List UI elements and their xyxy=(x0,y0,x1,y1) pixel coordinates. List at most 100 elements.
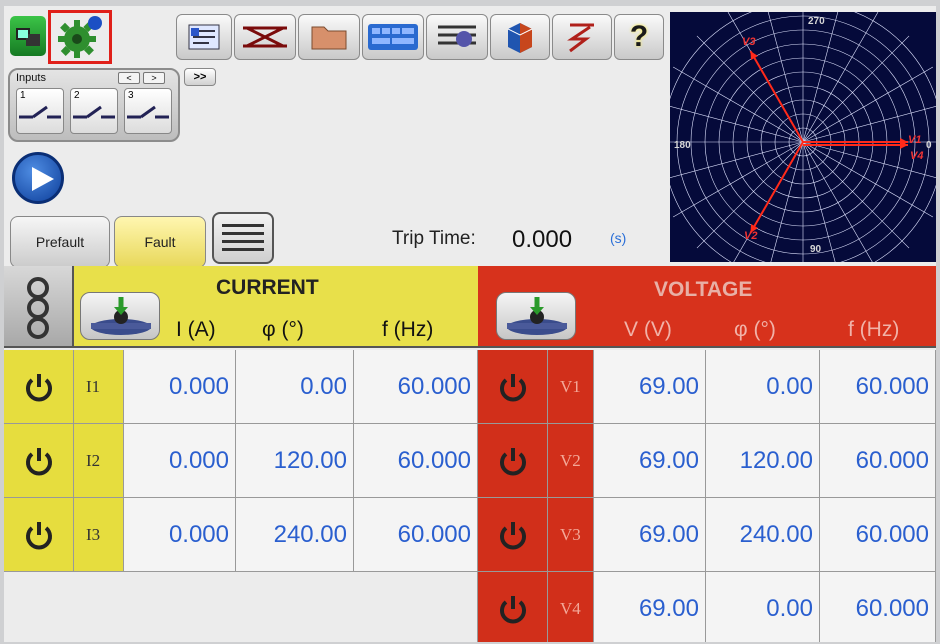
import-icon xyxy=(91,297,151,335)
v2-label: V2 xyxy=(548,424,594,498)
fault-waveform-button[interactable] xyxy=(552,14,612,60)
input-2[interactable]: 2 xyxy=(70,88,118,134)
polar-label-bottom: 90 xyxy=(810,244,822,255)
power-icon xyxy=(499,595,526,623)
help-icon: ? xyxy=(629,20,649,53)
current-header: CURRENT I (A) φ (°) f (Hz) xyxy=(74,266,516,348)
empty-current-slot xyxy=(4,572,478,642)
phasor-v3 xyxy=(749,50,804,143)
trip-time-value: 0.000 xyxy=(512,226,573,253)
current-import-button[interactable] xyxy=(80,292,160,340)
v4-label: V4 xyxy=(548,572,594,642)
v4-freq[interactable]: 60.000 xyxy=(820,572,936,642)
crossover-button[interactable] xyxy=(234,14,296,60)
folder-icon xyxy=(311,26,347,50)
voltage-col-freq: f (Hz) xyxy=(848,318,900,341)
fault-button[interactable]: Fault xyxy=(114,216,206,268)
v3-mag[interactable]: 69.00 xyxy=(594,498,706,572)
polar-label-left: 180 xyxy=(674,140,691,151)
polar-label-top: 270 xyxy=(808,16,825,27)
i1-label: I1 xyxy=(74,350,124,424)
i1-amp[interactable]: 0.000 xyxy=(124,350,236,424)
input-number: 1 xyxy=(20,90,26,101)
v1-phase[interactable]: 0.00 xyxy=(706,350,820,424)
polar-grid xyxy=(670,12,936,262)
voltage-title: VOLTAGE xyxy=(654,278,753,301)
grid-spoke xyxy=(770,141,804,262)
i3-freq[interactable]: 60.000 xyxy=(354,498,478,572)
inputs-title: Inputs xyxy=(16,72,46,84)
voltage-import-button[interactable] xyxy=(496,292,576,340)
v3-power-toggle[interactable] xyxy=(478,498,548,572)
phasor-label-v4: V4 xyxy=(910,150,924,162)
i2-amp[interactable]: 0.000 xyxy=(124,424,236,498)
power-icon xyxy=(499,373,526,401)
inputs-panel: Inputs < > 1 2 3 xyxy=(8,68,180,142)
input-number: 2 xyxy=(74,90,80,101)
i1-phase[interactable]: 0.00 xyxy=(236,350,354,424)
ticket-icon xyxy=(188,24,220,50)
voltage-header: VOLTAGE V (V) φ (°) f (Hz) xyxy=(478,266,936,348)
current-col-amp: I (A) xyxy=(176,318,216,341)
keypad-button[interactable] xyxy=(362,14,424,60)
polar-label-right: 0 xyxy=(926,140,932,151)
all-channels-toggle[interactable] xyxy=(4,266,74,348)
play-button[interactable] xyxy=(12,152,64,204)
phasor-label-v3: V3 xyxy=(742,36,756,48)
v2-phase[interactable]: 120.00 xyxy=(706,424,820,498)
protection-button[interactable] xyxy=(490,14,550,60)
v2-mag[interactable]: 69.00 xyxy=(594,424,706,498)
cube-icon xyxy=(507,23,533,53)
settings-gear-icon[interactable] xyxy=(48,10,112,64)
grid-spoke xyxy=(802,35,910,143)
v4-mag[interactable]: 69.00 xyxy=(594,572,706,642)
input-3[interactable]: 3 xyxy=(124,88,172,134)
crossover-icon xyxy=(243,26,287,48)
lightning-icon xyxy=(567,23,594,53)
table-row: I2 0.000 120.00 60.000 V2 69.00 120.00 6… xyxy=(4,424,936,498)
power-icon xyxy=(499,521,526,549)
v4-power-toggle[interactable] xyxy=(478,572,548,642)
table-row: I1 0.000 0.00 60.000 V1 69.00 0.00 60.00… xyxy=(4,350,936,424)
power-icon xyxy=(499,447,526,475)
trip-time-unit: (s) xyxy=(610,230,627,246)
v1-mag[interactable]: 69.00 xyxy=(594,350,706,424)
input-1[interactable]: 1 xyxy=(16,88,64,134)
v3-freq[interactable]: 60.000 xyxy=(820,498,936,572)
open-file-button[interactable] xyxy=(298,14,360,60)
v4-phase[interactable]: 0.00 xyxy=(706,572,820,642)
i1-freq[interactable]: 60.000 xyxy=(354,350,478,424)
app-icon[interactable] xyxy=(10,16,46,56)
i3-amp[interactable]: 0.000 xyxy=(124,498,236,572)
prefault-button[interactable]: Prefault xyxy=(10,216,110,268)
inputs-next-button[interactable]: > xyxy=(143,72,165,84)
sequencer-button[interactable] xyxy=(426,14,488,60)
v3-phase[interactable]: 240.00 xyxy=(706,498,820,572)
v2-freq[interactable]: 60.000 xyxy=(820,424,936,498)
i2-phase[interactable]: 120.00 xyxy=(236,424,354,498)
power-icon xyxy=(25,521,52,549)
input-number: 3 xyxy=(128,90,134,101)
help-button[interactable]: ? xyxy=(614,14,664,60)
table-row: V4 69.00 0.00 60.000 xyxy=(4,572,936,642)
v2-power-toggle[interactable] xyxy=(478,424,548,498)
i1-power-toggle[interactable] xyxy=(4,350,74,424)
i2-freq[interactable]: 60.000 xyxy=(354,424,478,498)
i3-phase[interactable]: 240.00 xyxy=(236,498,354,572)
keypad-icon xyxy=(368,24,418,50)
steps-list-button[interactable] xyxy=(212,212,274,264)
power-icon xyxy=(25,373,52,401)
v1-freq[interactable]: 60.000 xyxy=(820,350,936,424)
v1-power-toggle[interactable] xyxy=(478,350,548,424)
v1-label: V1 xyxy=(548,350,594,424)
phasor-diagram[interactable]: 270 180 0 90 V1 V2 V3 V4 xyxy=(670,12,936,262)
i2-power-toggle[interactable] xyxy=(4,424,74,498)
inputs-expand-button[interactable]: >> xyxy=(184,68,216,86)
i3-power-toggle[interactable] xyxy=(4,498,74,572)
current-col-phase: φ (°) xyxy=(262,318,304,341)
test-report-button[interactable] xyxy=(176,14,232,60)
inputs-prev-button[interactable]: < xyxy=(118,72,140,84)
phasor-v2 xyxy=(749,141,804,234)
import-icon xyxy=(507,297,567,335)
tape-icon xyxy=(438,25,476,47)
